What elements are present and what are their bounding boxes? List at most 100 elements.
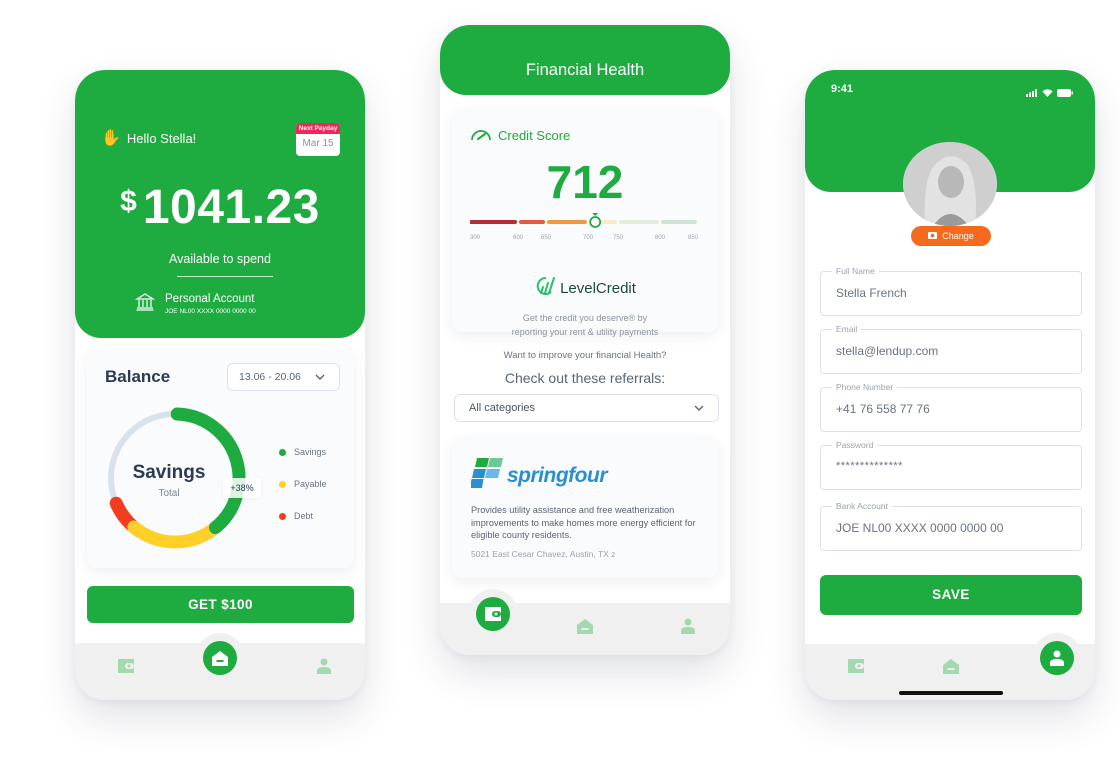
donut-center-label: Savings Total — [99, 462, 239, 499]
legend-label: Debt — [294, 511, 314, 521]
legend-item-debt[interactable]: Debt — [279, 500, 327, 532]
home-icon — [943, 658, 959, 674]
status-time: 9:41 — [831, 83, 854, 95]
home-screen: ✋ Hello Stella! Next Payday Mar 15 $1041… — [75, 70, 365, 700]
account-info: Personal Account JOE NL00 XXXX 0000 0000… — [134, 292, 256, 316]
legend-item-savings[interactable]: Savings — [279, 436, 327, 468]
improve-prompt: Want to improve your financial Health? — [503, 350, 667, 361]
field-label: Bank Account — [832, 501, 892, 511]
gauge-tick-label: 300 — [470, 235, 481, 241]
person-icon — [681, 618, 695, 634]
field-value: Stella French — [836, 286, 907, 300]
tab-home[interactable] — [936, 651, 966, 681]
password-field[interactable]: Password ************** — [820, 440, 1082, 490]
credit-score-card: Credit Score 712 300 600 650 700 750 800 850 L… — [452, 110, 718, 337]
levelcredit-logo[interactable]: LevelCredit — [452, 276, 718, 300]
speedometer-icon — [470, 127, 492, 144]
balance-header: ✋ Hello Stella! Next Payday Mar 15 $1041… — [75, 70, 365, 338]
field-label: Password — [832, 440, 878, 450]
tab-home[interactable] — [570, 611, 600, 641]
gauge-tick-label: 750 — [613, 235, 624, 241]
profile-screen: 9:41 Change Full Name Stella French Emai… — [805, 70, 1095, 700]
available-balance: $1041.23 — [75, 180, 365, 235]
balance-title: Balance — [105, 367, 171, 386]
gauge-tick-label: 850 — [688, 235, 699, 241]
wallet-icon — [485, 607, 501, 621]
field-value: JOE NL00 XXXX 0000 0000 00 — [836, 521, 1004, 535]
referrals-heading: Check out these referrals: — [504, 370, 666, 386]
tab-profile[interactable] — [673, 611, 703, 641]
category-select[interactable]: All categories — [454, 394, 719, 422]
gauge-tick-label: 600 — [513, 235, 524, 241]
next-payday-date: Mar 15 — [302, 138, 334, 149]
home-indicator[interactable] — [899, 691, 1003, 695]
get-100-button[interactable]: GET $100 — [87, 586, 354, 623]
financial-health-screen: Financial Health Credit Score 712 300 600… — [440, 25, 730, 655]
battery-icon — [1057, 84, 1073, 102]
partner-tagline: Get the credit you deserve® by reporting… — [452, 311, 718, 339]
gauge-tick-label: 650 — [541, 235, 552, 241]
chevron-down-icon — [315, 372, 325, 383]
credit-score-header: Credit Score — [470, 127, 570, 144]
savings-change-tooltip: +38% — [223, 478, 261, 498]
partner-name: LevelCredit — [560, 279, 636, 297]
credit-score-label: Credit Score — [498, 128, 571, 143]
tab-bar — [440, 597, 730, 655]
balance-card: Balance 13.06 - 20.06 Savings Total +38%… — [87, 350, 354, 568]
wifi-icon — [1042, 84, 1053, 102]
change-photo-label: Change — [942, 231, 974, 241]
screen-header: Financial Health — [440, 25, 730, 95]
bank-icon — [134, 292, 156, 316]
date-range-select[interactable]: 13.06 - 20.06 — [227, 363, 340, 391]
date-range-value: 13.06 - 20.06 — [239, 371, 301, 383]
credit-score-gauge: 300 600 650 700 750 800 850 — [470, 213, 699, 241]
field-value: +41 76 558 77 76 — [836, 402, 930, 416]
email-field[interactable]: Email stella@lendup.com — [820, 324, 1082, 374]
balance-caption: Available to spend — [169, 252, 271, 266]
score-pointer — [592, 213, 599, 216]
camera-icon — [928, 231, 938, 241]
legend-dot — [279, 448, 286, 456]
field-label: Email — [832, 324, 862, 334]
legend-label: Savings — [294, 447, 327, 457]
divider — [177, 276, 273, 277]
save-button[interactable]: SAVE — [820, 575, 1082, 615]
donut-segment-payable — [127, 516, 227, 549]
tab-wallet[interactable] — [111, 651, 141, 681]
field-value: stella@lendup.com — [836, 344, 939, 358]
person-icon — [1050, 650, 1064, 666]
tab-profile[interactable] — [1040, 641, 1074, 675]
tab-wallet[interactable] — [476, 597, 510, 631]
legend-dot — [279, 512, 286, 520]
legend-dot — [279, 480, 286, 488]
referral-card[interactable]: springfour Provides utility assistance a… — [452, 438, 718, 578]
donut-title: Savings — [132, 462, 206, 483]
score-marker — [589, 216, 602, 228]
levelcredit-icon — [534, 276, 556, 300]
referral-name: springfour — [507, 463, 608, 487]
greeting-text: Hello Stella! — [126, 130, 197, 146]
status-icons — [1026, 84, 1073, 102]
gauge-tick-label: 800 — [655, 235, 666, 241]
home-icon — [212, 650, 228, 666]
tab-profile[interactable] — [309, 651, 339, 681]
person-icon — [317, 658, 331, 674]
chart-legend: Savings Payable Debt — [279, 436, 327, 532]
tab-bar — [75, 641, 365, 700]
field-label: Phone Number — [832, 382, 898, 392]
page-title: Financial Health — [525, 61, 645, 79]
profile-avatar[interactable] — [903, 142, 997, 226]
tagline-line: reporting your rent & utility payments — [511, 327, 659, 337]
donut-subtitle: Total — [158, 488, 180, 499]
legend-item-payable[interactable]: Payable — [279, 468, 327, 500]
tab-home[interactable] — [203, 641, 237, 675]
springfour-logo: springfour — [470, 458, 608, 493]
next-payday-label: Next Payday — [296, 123, 340, 134]
home-icon — [577, 618, 593, 634]
change-photo-button[interactable]: Change — [911, 226, 991, 246]
full-name-field[interactable]: Full Name Stella French — [820, 266, 1082, 316]
bank-account-field[interactable]: Bank Account JOE NL00 XXXX 0000 0000 00 — [820, 501, 1082, 551]
phone-number-field[interactable]: Phone Number +41 76 558 77 76 — [820, 382, 1082, 432]
chevron-down-icon — [694, 402, 704, 414]
tab-wallet[interactable] — [841, 651, 871, 681]
